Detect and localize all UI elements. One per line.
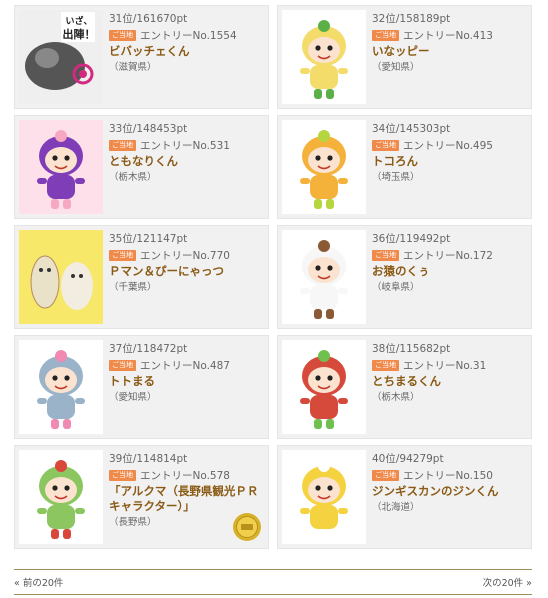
rank-points: 40位/94279pt	[372, 453, 444, 465]
entry-line: ご当地 エントリーNo.578	[109, 468, 264, 482]
entry-info: 37位/118472pt ご当地 エントリーNo.487 トトまる （愛知県）	[109, 342, 264, 405]
mascot-entry-card[interactable]: 35位/121147pt ご当地 エントリーNo.770 Ｐマン＆ぴーにゃっつ （千葉県…	[14, 225, 269, 329]
rank-points: 37位/118472pt	[109, 343, 188, 355]
category-badge: ご当地	[372, 139, 399, 151]
mascot-entry-card[interactable]: 36位/119492pt ご当地 エントリーNo.172 お猿のくぅ （岐阜県）	[277, 225, 532, 329]
entry-info: 31位/161670pt ご当地 エントリーNo.1554 ビバッチェくん （滋賀県）	[109, 12, 264, 75]
prefecture: （千葉県）	[109, 282, 157, 293]
monkey-mascot-icon[interactable]	[282, 230, 366, 324]
entry-line: ご当地 エントリーNo.413	[372, 28, 527, 42]
category-badge: ご当地	[109, 139, 136, 151]
entry-line: ご当地 エントリーNo.531	[109, 138, 264, 152]
mascot-name[interactable]: Ｐマン＆ぴーにゃっつ	[109, 264, 264, 279]
prefecture: （北海道）	[372, 502, 420, 513]
mascot-name[interactable]: 「アルクマ（長野県観光ＰＲキャラクター）」	[109, 484, 264, 514]
entry-line: ご当地 エントリーNo.1554	[109, 28, 264, 42]
entry-info: 38位/115682pt ご当地 エントリーNo.31 とちまるくん （栃木県）	[372, 342, 527, 405]
mascot-name[interactable]: お猿のくぅ	[372, 264, 527, 279]
mascot-name[interactable]: とちまるくん	[372, 374, 527, 389]
mascot-name[interactable]: いなッピー	[372, 44, 527, 59]
medal-icon	[233, 513, 261, 541]
category-badge: ご当地	[372, 359, 399, 371]
prev-page-link[interactable]: « 前の20件	[14, 575, 63, 589]
entry-line: ご当地 エントリーNo.150	[372, 468, 527, 482]
entry-info: 34位/145303pt ご当地 エントリーNo.495 トコろん （埼玉県）	[372, 122, 527, 185]
entry-info: 36位/119492pt ご当地 エントリーNo.172 お猿のくぅ （岐阜県）	[372, 232, 527, 295]
prefecture: （岐阜県）	[372, 282, 420, 293]
entry-number: エントリーNo.531	[140, 139, 230, 152]
entry-number: エントリーNo.150	[403, 469, 493, 482]
purple-mascot-icon[interactable]	[19, 120, 103, 214]
sheep-mascot-icon[interactable]	[282, 450, 366, 544]
category-badge: ご当地	[109, 249, 136, 261]
entry-line: ご当地 エントリーNo.495	[372, 138, 527, 152]
mascot-entry-card[interactable]: 33位/148453pt ご当地 エントリーNo.531 ともなりくん （栃木県）	[14, 115, 269, 219]
entry-number: エントリーNo.31	[403, 359, 487, 372]
bear-mascot-icon[interactable]	[19, 450, 103, 544]
rank-points: 31位/161670pt	[109, 13, 188, 25]
rank-points: 39位/114814pt	[109, 453, 188, 465]
entry-number: エントリーNo.578	[140, 469, 230, 482]
mascot-entry-card[interactable]: 40位/94279pt ご当地 エントリーNo.150 ジンギスカンのジンくん （北海道…	[277, 445, 532, 549]
mascot-name[interactable]: トコろん	[372, 154, 527, 169]
mascot-entry-card[interactable]: 38位/115682pt ご当地 エントリーNo.31 とちまるくん （栃木県）	[277, 335, 532, 439]
ranking-page: いざ、 出陣！ 31位/161670pt ご当地 エントリーNo.1554 ビバッチェくん…	[0, 0, 548, 598]
mascot-entry-card[interactable]: 37位/118472pt ご当地 エントリーNo.487 トトまる （愛知県）	[14, 335, 269, 439]
category-badge: ご当地	[109, 29, 136, 41]
rank-points: 32位/158189pt	[372, 13, 451, 25]
mascot-name[interactable]: トトまる	[109, 374, 264, 389]
category-badge: ご当地	[372, 469, 399, 481]
mascot-name[interactable]: ジンギスカンのジンくん	[372, 484, 527, 499]
category-badge: ご当地	[372, 29, 399, 41]
entry-line: ご当地 エントリーNo.172	[372, 248, 527, 262]
mascot-entry-card[interactable]: いざ、 出陣！ 31位/161670pt ご当地 エントリーNo.1554 ビバッチェくん…	[14, 5, 269, 109]
entry-info: 33位/148453pt ご当地 エントリーNo.531 ともなりくん （栃木県）	[109, 122, 264, 185]
peanut-mascot-icon[interactable]	[19, 230, 103, 324]
pager-divider-bottom	[14, 594, 532, 595]
prefecture: （愛知県）	[372, 62, 420, 73]
entry-number: エントリーNo.495	[403, 139, 493, 152]
mascot-entry-card[interactable]: 39位/114814pt ご当地 エントリーNo.578 「アルクマ（長野県観光ＰＲキ…	[14, 445, 269, 549]
prefecture: （愛知県）	[109, 392, 157, 403]
prefecture: （栃木県）	[372, 392, 420, 403]
category-badge: ご当地	[372, 249, 399, 261]
entry-number: エントリーNo.413	[403, 29, 493, 42]
category-badge: ご当地	[109, 469, 136, 481]
entry-info: 32位/158189pt ご当地 エントリーNo.413 いなッピー （愛知県）	[372, 12, 527, 75]
rank-points: 34位/145303pt	[372, 123, 451, 135]
robot-mascot-icon[interactable]	[19, 340, 103, 434]
category-badge: ご当地	[109, 359, 136, 371]
next-page-link[interactable]: 次の20件 »	[483, 575, 532, 589]
entry-line: ご当地 エントリーNo.31	[372, 358, 527, 372]
boar-mascot-icon[interactable]: いざ、 出陣！	[19, 10, 103, 104]
mascot-entry-card[interactable]: 32位/158189pt ご当地 エントリーNo.413 いなッピー （愛知県）	[277, 5, 532, 109]
rank-points: 33位/148453pt	[109, 123, 188, 135]
mascot-entry-card[interactable]: 34位/145303pt ご当地 エントリーNo.495 トコろん （埼玉県）	[277, 115, 532, 219]
orange-mascot-icon[interactable]	[282, 120, 366, 214]
entry-info: 40位/94279pt ご当地 エントリーNo.150 ジンギスカンのジンくん （北海道…	[372, 452, 527, 515]
rank-points: 36位/119492pt	[372, 233, 451, 245]
entry-line: ご当地 エントリーNo.487	[109, 358, 264, 372]
rice-mascot-icon[interactable]	[282, 10, 366, 104]
svg-text:出陣！: 出陣！	[63, 27, 96, 41]
prefecture: （滋賀県）	[109, 62, 157, 73]
entry-number: エントリーNo.770	[140, 249, 230, 262]
rank-points: 35位/121147pt	[109, 233, 188, 245]
rank-points: 38位/115682pt	[372, 343, 451, 355]
entry-number: エントリーNo.1554	[140, 29, 237, 42]
prefecture: （埼玉県）	[372, 172, 420, 183]
prefecture: （栃木県）	[109, 172, 157, 183]
entry-number: エントリーNo.487	[140, 359, 230, 372]
tochimaru-mascot-icon[interactable]	[282, 340, 366, 434]
entry-info: 35位/121147pt ご当地 エントリーNo.770 Ｐマン＆ぴーにゃっつ （千葉県…	[109, 232, 264, 295]
entry-line: ご当地 エントリーNo.770	[109, 248, 264, 262]
entry-number: エントリーNo.172	[403, 249, 493, 262]
mascot-name[interactable]: ビバッチェくん	[109, 44, 264, 59]
svg-text:いざ、: いざ、	[65, 15, 92, 27]
pager-divider-top	[14, 569, 532, 570]
mascot-name[interactable]: ともなりくん	[109, 154, 264, 169]
